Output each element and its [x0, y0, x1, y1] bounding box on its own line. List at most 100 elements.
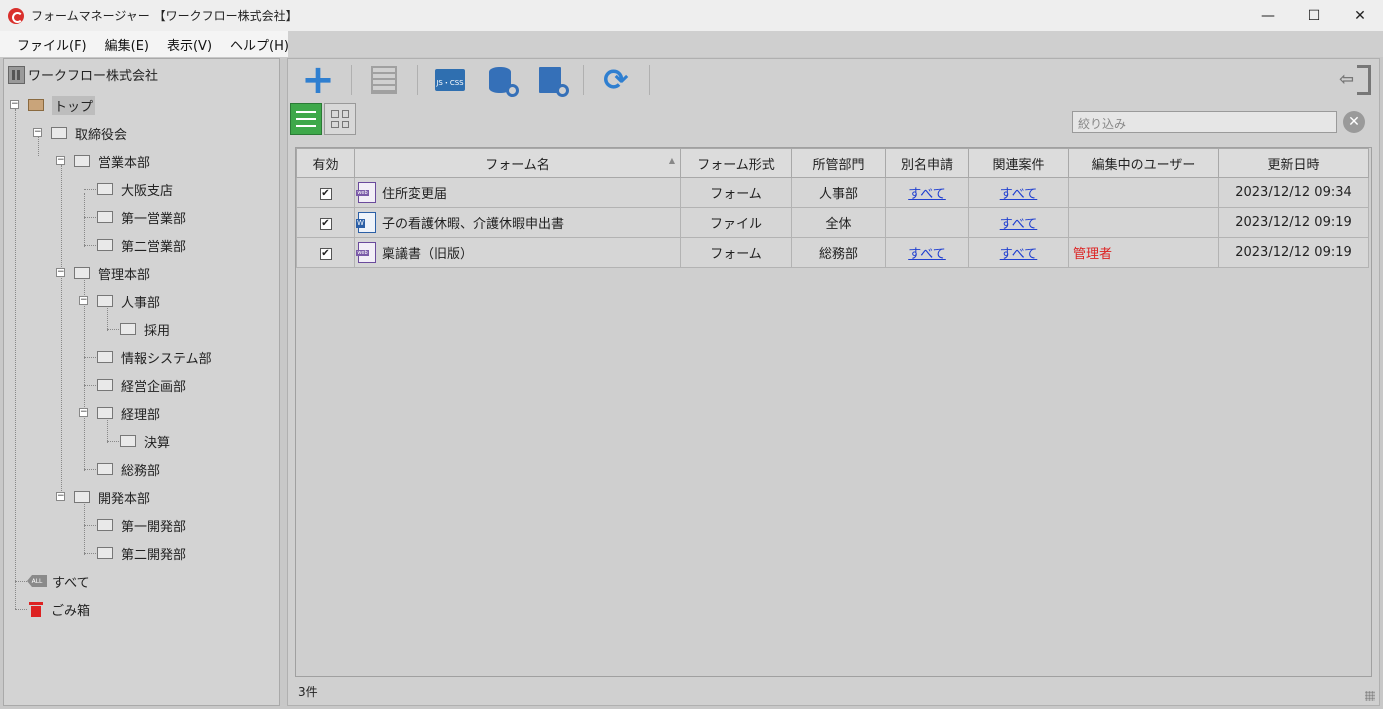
- valid-checkbox[interactable]: ✔: [319, 188, 332, 200]
- collapse-icon[interactable]: −: [79, 408, 88, 417]
- folder-icon: [97, 239, 113, 251]
- collapse-icon[interactable]: −: [33, 128, 42, 137]
- tree-node-dev-hq[interactable]: − 開発本部: [56, 487, 150, 507]
- col-header-form-name[interactable]: フォーム名 ▲: [354, 148, 681, 178]
- search-gear-icon: [539, 67, 569, 97]
- tree-label: 第二営業部: [121, 239, 187, 255]
- tree-node-it[interactable]: 情報システム部: [97, 347, 212, 367]
- tree-node-top[interactable]: − トップ: [10, 95, 96, 115]
- col-header-valid[interactable]: 有効: [296, 148, 355, 178]
- tree-label: ごみ箱: [51, 603, 91, 619]
- app-logo-icon: [8, 7, 24, 24]
- tree-node-osaka-branch[interactable]: 大阪支店: [97, 179, 173, 199]
- maximize-button[interactable]: ☐: [1291, 0, 1337, 31]
- related-link[interactable]: すべて: [1000, 187, 1038, 202]
- alias-link[interactable]: すべて: [908, 187, 946, 202]
- folder-icon: [97, 547, 113, 559]
- close-button[interactable]: ✕: [1337, 0, 1383, 31]
- org-tree: − トップ − 取締役会 − 営業本部 大阪支店 第一営業部 第二営業部 − 管…: [4, 59, 281, 707]
- all-tag-icon: ALL: [27, 575, 47, 587]
- word-file-icon: W: [356, 212, 376, 233]
- tree-node-sales-hq[interactable]: − 営業本部: [56, 151, 150, 171]
- valid-checkbox[interactable]: ✔: [319, 248, 332, 260]
- folder-icon: [97, 295, 113, 307]
- tree-node-board[interactable]: − 取締役会: [33, 123, 127, 143]
- tree-node-dev-1[interactable]: 第一開発部: [97, 515, 186, 535]
- list-view-button[interactable]: [290, 103, 322, 135]
- tree-node-admin-hq[interactable]: − 管理本部: [56, 263, 150, 283]
- form-type: フォーム: [680, 237, 792, 268]
- form-name: 稟議書（旧版）: [382, 247, 474, 262]
- related-link[interactable]: すべて: [1000, 247, 1038, 262]
- resize-grip-icon[interactable]: [1365, 691, 1375, 701]
- sort-ascending-icon: ▲: [668, 156, 675, 165]
- refresh-button[interactable]: ⟳: [596, 63, 636, 98]
- department: 人事部: [791, 177, 886, 208]
- view-switcher: [290, 103, 356, 135]
- folder-icon: [97, 211, 113, 223]
- tree-label: 情報システム部: [121, 351, 212, 367]
- minimize-button[interactable]: —: [1245, 0, 1291, 31]
- menu-help[interactable]: ヘルプ(H): [221, 35, 298, 54]
- collapse-icon[interactable]: −: [56, 492, 65, 501]
- exit-button[interactable]: ⇦: [1339, 65, 1371, 95]
- updated-at: 2023/12/12 09:19: [1218, 207, 1369, 238]
- tree-label: 第二開発部: [121, 547, 187, 563]
- tree-label: 経理部: [121, 407, 161, 423]
- tree-label: 取締役会: [75, 127, 128, 143]
- tree-node-trash[interactable]: ごみ箱: [29, 599, 90, 619]
- tree-node-general-affairs[interactable]: 総務部: [97, 459, 160, 479]
- table-row[interactable]: ✔ web 稟議書（旧版） フォーム 総務部 すべて すべて 管理者 2023/…: [296, 237, 1369, 268]
- tree-label: 大阪支店: [121, 183, 174, 199]
- col-header-editing-user[interactable]: 編集中のユーザー: [1068, 148, 1219, 178]
- folder-icon: [97, 407, 113, 419]
- collapse-icon[interactable]: −: [79, 296, 88, 305]
- tree-node-accounting[interactable]: − 経理部: [79, 403, 160, 423]
- collapse-icon[interactable]: −: [56, 268, 65, 277]
- clear-filter-button[interactable]: ✕: [1343, 111, 1365, 133]
- collapse-icon[interactable]: −: [10, 100, 19, 109]
- grid-view-button[interactable]: [324, 103, 356, 135]
- tree-node-settlement[interactable]: 決算: [120, 431, 170, 451]
- menu-view[interactable]: 表示(V): [158, 35, 221, 54]
- form-type: フォーム: [680, 177, 792, 208]
- menu-edit[interactable]: 編集(E): [96, 35, 158, 54]
- add-form-button[interactable]: +: [298, 57, 338, 103]
- form-name: 子の看護休暇、介護休暇申出書: [382, 217, 565, 232]
- tree-node-recruiting[interactable]: 採用: [120, 319, 170, 339]
- tree-node-sales-1[interactable]: 第一営業部: [97, 207, 186, 227]
- menu-file[interactable]: ファイル(F): [8, 35, 96, 54]
- table-row[interactable]: ✔ web 住所変更届 フォーム 人事部 すべて すべて 2023/12/12 …: [296, 177, 1369, 208]
- folder-icon: [97, 351, 113, 363]
- record-count: 3件: [298, 685, 318, 699]
- col-header-related[interactable]: 関連案件: [968, 148, 1069, 178]
- editing-user: 管理者: [1073, 247, 1113, 262]
- col-header-department[interactable]: 所管部門: [791, 148, 886, 178]
- alias-link[interactable]: すべて: [908, 247, 946, 262]
- table-header-row: 有効 フォーム名 ▲ フォーム形式 所管部門 別名申請 関連案件 編集中のユーザ…: [296, 148, 1369, 178]
- js-css-button[interactable]: JS・CSS: [430, 63, 470, 97]
- folder-icon: [97, 379, 113, 391]
- valid-checkbox[interactable]: ✔: [319, 218, 332, 230]
- collapse-icon[interactable]: −: [56, 156, 65, 165]
- tree-node-sales-2[interactable]: 第二営業部: [97, 235, 186, 255]
- tree-node-hr[interactable]: − 人事部: [79, 291, 160, 311]
- tree-label: 営業本部: [98, 155, 151, 171]
- tree-node-planning[interactable]: 経営企画部: [97, 375, 186, 395]
- form-type: ファイル: [680, 207, 792, 238]
- related-link[interactable]: すべて: [1000, 217, 1038, 232]
- copy-form-button[interactable]: [364, 63, 404, 97]
- col-header-updated[interactable]: 更新日時: [1218, 148, 1369, 178]
- col-header-alias[interactable]: 別名申請: [885, 148, 969, 178]
- form-table-area: 有効 フォーム名 ▲ フォーム形式 所管部門 別名申請 関連案件 編集中のユーザ…: [295, 147, 1372, 677]
- database-gear-icon: [489, 67, 519, 97]
- filter-input[interactable]: 絞り込み: [1072, 111, 1337, 133]
- folder-open-icon: [28, 99, 44, 111]
- plus-icon: +: [301, 57, 335, 103]
- search-settings-button[interactable]: [530, 63, 570, 97]
- tree-node-all[interactable]: ALL すべて: [27, 571, 90, 591]
- table-row[interactable]: ✔ W 子の看護休暇、介護休暇申出書 ファイル 全体 すべて 2023/12/1…: [296, 207, 1369, 238]
- tree-node-dev-2[interactable]: 第二開発部: [97, 543, 186, 563]
- col-header-form-type[interactable]: フォーム形式: [680, 148, 792, 178]
- database-settings-button[interactable]: [480, 63, 520, 97]
